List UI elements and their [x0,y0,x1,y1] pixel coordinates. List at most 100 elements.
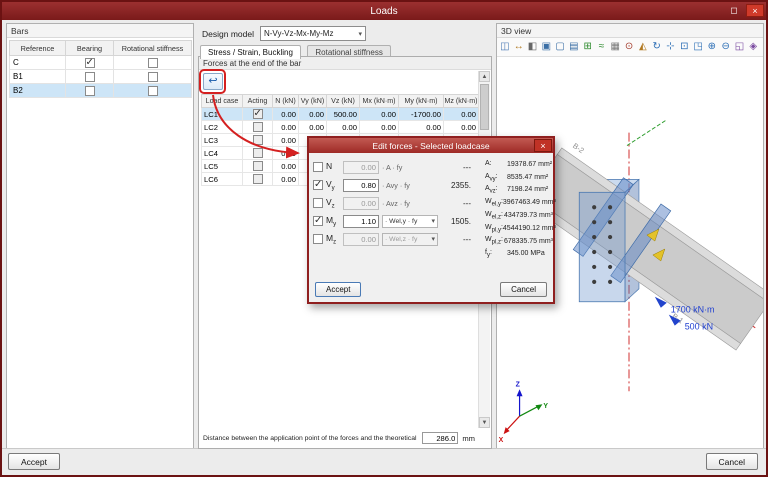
footer-bar: Accept Cancel [2,448,766,475]
force-symbol: Mz [326,233,340,246]
copy-picture-icon[interactable]: ◫ [498,39,512,55]
design-model-select[interactable]: N-Vy-Vz-Mx-My-Mz ▾ [260,26,366,41]
distance-input[interactable] [422,432,458,444]
loadcase-name: LC2 [202,121,243,134]
rotational-stiffness-checkbox[interactable] [148,72,158,82]
factor-input[interactable] [343,161,379,174]
mesh-icon[interactable]: ⊞ [581,39,595,55]
scroll-up-icon[interactable]: ▲ [479,71,490,82]
force-enabled-checkbox[interactable] [313,234,323,244]
result-value: --- [441,199,471,208]
bar-reference: C [10,56,66,70]
cancel-button[interactable]: Cancel [706,453,758,470]
acting-checkbox[interactable] [253,109,263,119]
axis-y-label: Y [543,403,548,410]
close-icon[interactable]: × [746,4,764,17]
force-symbol: Vz [326,197,340,210]
deformed-shape-icon[interactable]: ≈ [595,39,609,55]
bearing-checkbox[interactable] [85,72,95,82]
acting-checkbox[interactable] [253,161,263,171]
bars-col-reference: Reference [10,41,66,56]
force-symbol: Vy [326,179,340,192]
design-model-label: Design model [202,29,254,39]
acting-checkbox[interactable] [253,135,263,145]
solid-view-icon[interactable]: ▣ [539,39,553,55]
col-n: N (kN) [273,95,299,108]
acting-checkbox[interactable] [253,122,263,132]
chevron-down-icon: ▾ [358,30,362,38]
factor-input[interactable] [343,233,379,246]
bars-table: Reference Bearing Rotational stiffness C… [9,40,192,98]
loadcase-name: LC5 [202,160,243,173]
back-button[interactable]: ↩ [203,73,223,90]
welds-icon[interactable]: ◭ [636,39,650,55]
bearing-checkbox[interactable] [85,58,95,68]
distance-label: Distance between the application point o… [203,435,418,442]
dialog-accept-button[interactable]: Accept [315,282,361,297]
col-vy: Vy (kN) [299,95,327,108]
dimensions-icon[interactable]: ↔ [512,39,526,55]
plates-icon[interactable]: ▦ [608,39,622,55]
accept-button[interactable]: Accept [8,453,60,470]
force-enabled-checkbox[interactable] [313,216,323,226]
force-enabled-checkbox[interactable] [313,198,323,208]
bar-row-b1[interactable]: B1 [10,70,192,84]
force-rows: N · A · fy --- Vy · Avy · fy 2355. Vz · … [311,158,483,248]
factor-input[interactable] [343,197,379,210]
window-title: Loads [370,6,397,17]
zoom-window-icon[interactable]: ⊡ [677,39,691,55]
window-titlebar: Loads ◻ × [2,2,766,20]
dialog-close-icon[interactable]: × [534,139,552,152]
bolts-icon[interactable]: ⊙ [622,39,636,55]
force-enabled-checkbox[interactable] [313,180,323,190]
result-value: 1505. [441,217,471,226]
scroll-down-icon[interactable]: ▼ [479,417,490,428]
rotational-stiffness-checkbox[interactable] [148,58,158,68]
chevron-down-icon: ▾ [431,217,435,225]
formula-select[interactable]: · Wel,y · fy▾ [382,215,438,228]
force-enabled-checkbox[interactable] [313,162,323,172]
factor-input[interactable] [343,215,379,228]
front-view-icon[interactable]: ◱ [733,39,747,55]
rotational-stiffness-checkbox[interactable] [148,86,158,96]
scrollbar-thumb[interactable] [480,84,489,130]
loadcase-name: LC6 [202,173,243,186]
result-value: --- [441,235,471,244]
bar-reference: B1 [10,70,66,84]
iso-view-icon[interactable]: ◈ [746,39,760,55]
bars-col-bearing: Bearing [66,41,114,56]
section-cut-icon[interactable]: ◧ [526,39,540,55]
bar-row-c[interactable]: C [10,56,192,70]
acting-checkbox[interactable] [253,148,263,158]
col-vz: Vz (kN) [327,95,360,108]
pan-view-icon[interactable]: ⊹ [664,39,678,55]
force-label: 500 kN [685,322,713,332]
col-load-case: Load case [202,95,243,108]
force-symbol: My [326,215,340,228]
factor-input[interactable] [343,179,379,192]
zoom-in-icon[interactable]: ⊕ [705,39,719,55]
bars-panel-title: Bars [7,24,193,38]
formula-select[interactable]: · Wel,z · fy▾ [382,233,438,246]
restore-icon[interactable]: ◻ [725,4,743,17]
tab-stress-strain-buckling[interactable]: Stress / Strain, Buckling [200,45,301,59]
bar-row-b2[interactable]: B2 [10,84,192,98]
dialog-cancel-button[interactable]: Cancel [500,282,547,297]
member-label-b2: B-2 [571,141,586,155]
rotate-view-icon[interactable]: ↻ [650,39,664,55]
col-acting: Acting [243,95,273,108]
force-row-vz: Vz · Avz · fy --- [311,194,483,212]
wireframe-view-icon[interactable]: ▤ [567,39,581,55]
acting-checkbox[interactable] [253,174,263,184]
bearing-checkbox[interactable] [85,86,95,96]
loadcase-name: LC4 [202,147,243,160]
transparent-view-icon[interactable]: ▢ [553,39,567,55]
view3d-toolbar: ◫ ↔ ◧ ▣ ▢ ▤ ⊞ ≈ ▦ ⊙ ◭ ↻ ⊹ ⊡ ◳ ⊕ ⊖ ◱ ◈ [497,38,763,57]
zoom-out-icon[interactable]: ⊖ [719,39,733,55]
force-row-my: My · Wel,y · fy▾ 1505. [311,212,483,230]
loadcase-row-lc2[interactable]: LC2 0.00 0.00 0.00 0.00 0.00 0.00 [202,121,479,134]
loadcase-name: LC1 [202,108,243,121]
column-front-face [579,192,625,301]
zoom-all-icon[interactable]: ◳ [691,39,705,55]
loadcase-row-lc1[interactable]: LC1 0.00 0.00 500.00 0.00 -1700.00 0.00 [202,108,479,121]
